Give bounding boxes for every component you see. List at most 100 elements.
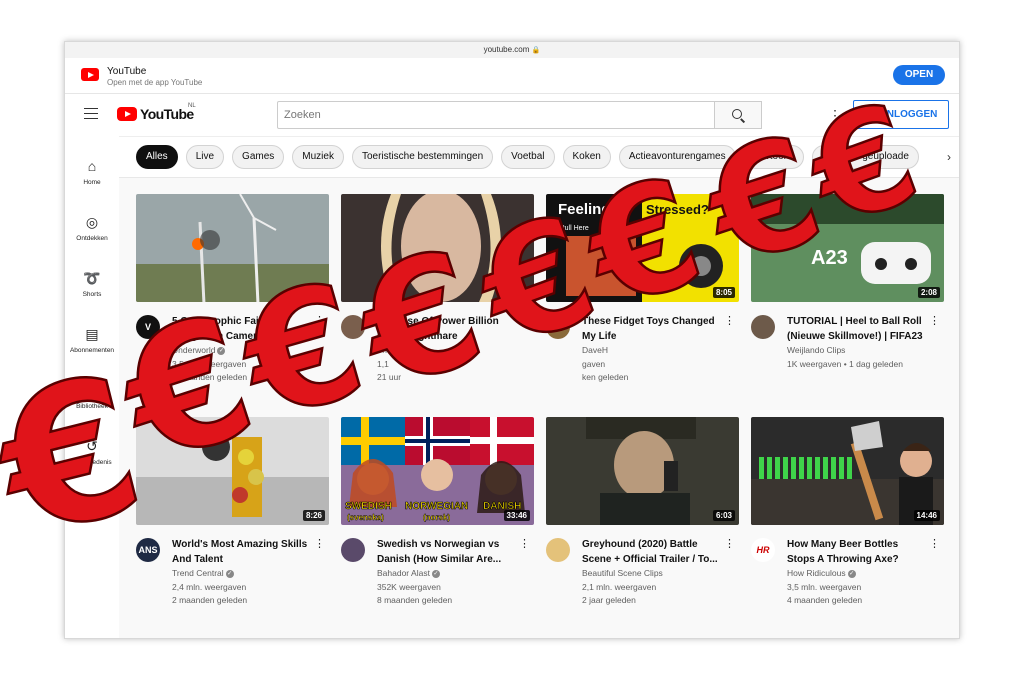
video-menu-icon[interactable]: ⋮	[929, 537, 940, 550]
chip-5[interactable]: Voetbal	[501, 145, 555, 169]
sidebar-item-home[interactable]: ⌂ Home	[65, 157, 119, 186]
app-banner-title: YouTube	[107, 66, 147, 77]
video-card[interactable]: 8:26 ANS World's Most Amazing Skills And T…	[136, 417, 329, 605]
sidebar-item-abonnementen[interactable]: ▤ Abonnementen	[65, 325, 119, 354]
sidebar: ⌂ Home ◎ Ontdekken ➰ Shorts ▤ Abonnementen ▶ Bibl…	[65, 136, 119, 638]
thumb-text-swedish: SWEDISH	[345, 501, 392, 512]
chip-8[interactable]: Cartoons	[743, 145, 805, 169]
view-count: 2,4 mln. weergaven	[172, 582, 247, 592]
channel-name[interactable]: Weijlando Clips	[787, 345, 845, 355]
chip-0[interactable]: Alles	[136, 145, 178, 169]
view-count: 2,1 mln. weergaven	[582, 582, 657, 592]
video-meta: The Rise Of Power Billion Dollar Nightma…	[341, 302, 534, 382]
channel-avatar[interactable]	[546, 538, 570, 562]
sidebar-item-geschiedenis[interactable]: ↺ Geschiedenis	[65, 437, 119, 466]
chip-1[interactable]: Live	[185, 145, 225, 169]
video-duration: 14:46	[913, 510, 940, 521]
sidebar-item-label: Shorts	[82, 291, 102, 298]
video-menu-icon[interactable]: ⋮	[519, 314, 530, 327]
sidebar-item-ontdekken[interactable]: ◎ Ontdekken	[65, 213, 119, 242]
video-title[interactable]: TUTORIAL | Heel to Ball Roll (Nieuwe Ski…	[787, 314, 927, 344]
filter-chip-bar: Alles Live Games Muziek Toeristische bestemm…	[119, 136, 959, 178]
video-menu-icon[interactable]: ⋮	[724, 314, 735, 327]
channel-name[interactable]: Trend Central ✓	[172, 568, 234, 578]
video-title[interactable]: The Rise Of Power Billion Dollar Nightma…	[377, 314, 517, 344]
video-card[interactable]: A23 2:08 TUTORIAL | Heel to Ball Roll (Nie…	[751, 194, 944, 382]
chip-7[interactable]: Actieavonturengames	[618, 145, 736, 169]
channel-name[interactable]: How Ridiculous ✓	[787, 568, 856, 578]
library-icon: ▶	[86, 382, 98, 398]
video-card[interactable]: SWEDISH (svenska) NORWEGIAN (norsk) DANISH 33…	[341, 417, 534, 605]
channel-avatar[interactable]	[341, 315, 365, 339]
video-thumbnail[interactable]: 6:03	[546, 417, 739, 525]
video-card[interactable]: 13:39 V 5 Catastrophic Failures Caught On …	[136, 194, 329, 382]
video-title[interactable]: These Fidget Toys Changed My Life	[582, 314, 722, 344]
view-count: 352K weergaven	[377, 582, 441, 592]
sidebar-item-shorts[interactable]: ➰ Shorts	[65, 269, 119, 298]
search-input[interactable]: Zoeken	[277, 101, 715, 129]
compass-icon: ◎	[85, 214, 99, 230]
video-card[interactable]: 14:46 HR How Many Beer Bottles Stops A Thr…	[751, 417, 944, 605]
channel-avatar[interactable]	[751, 315, 775, 339]
video-card[interactable]: 19: The Rise Of Power Billion Dollar Nigh…	[341, 194, 534, 382]
thumb-text-pull-here: Pull Here	[560, 225, 589, 232]
chip-4[interactable]: Toeristische bestemmingen	[351, 145, 494, 169]
video-menu-icon[interactable]: ⋮	[314, 314, 325, 327]
video-menu-icon[interactable]: ⋮	[724, 537, 735, 550]
video-thumbnail[interactable]: 13:39	[136, 194, 329, 302]
video-meta: Swedish vs Norwegian vs Danish (How Simi…	[341, 525, 534, 605]
upload-age: 21 uur	[377, 372, 402, 382]
video-card[interactable]: 6:03 Greyhound (2020) Battle Scene + Offi…	[546, 417, 739, 605]
channel-name[interactable]: Bahador Alast ✓	[377, 568, 440, 578]
channel-name[interactable]: Beautiful Scene Clips	[582, 568, 663, 578]
youtube-logo-text[interactable]: YouTube	[140, 106, 194, 122]
sidebar-item-label: Geschiedenis	[72, 459, 112, 466]
video-title[interactable]: How Many Beer Bottles Stops A Throwing A…	[787, 537, 927, 567]
video-menu-icon[interactable]: ⋮	[929, 314, 940, 327]
video-thumbnail[interactable]: 19:	[341, 194, 534, 302]
video-duration: 13:39	[298, 287, 325, 298]
chevron-right-icon[interactable]: ›	[947, 150, 951, 164]
chip-9[interactable]: Recente geüploade	[812, 145, 919, 169]
channel-name[interactable]: DaveH	[582, 345, 608, 355]
channel-avatar[interactable]: ANS	[136, 538, 160, 562]
verified-icon: ✓	[847, 570, 856, 578]
chip-3[interactable]: Muziek	[292, 145, 344, 169]
open-app-button[interactable]: OPEN	[893, 65, 945, 85]
video-card[interactable]: Feeling Stressed? Pull Here 8:05 These Fidge…	[546, 194, 739, 382]
channel-avatar[interactable]: HR	[751, 538, 775, 562]
video-thumbnail[interactable]: 14:46	[751, 417, 944, 525]
video-menu-icon[interactable]: ⋮	[519, 537, 530, 550]
channel-avatar[interactable]	[546, 315, 570, 339]
region-code: NL	[188, 103, 196, 109]
view-count: 1K weergaven • 1 dag geleden	[787, 359, 903, 369]
upload-age: 4 maanden geleden	[787, 595, 863, 605]
youtube-logo-icon[interactable]	[117, 107, 137, 121]
channel-avatar[interactable]	[341, 538, 365, 562]
chip-6[interactable]: Koken	[562, 145, 611, 169]
video-menu-icon[interactable]: ⋮	[314, 537, 325, 550]
sidebar-item-label: Bibliotheek	[76, 403, 108, 410]
chip-2[interactable]: Games	[232, 145, 285, 169]
sign-in-button[interactable]: INLOGGEN	[853, 100, 949, 129]
menu-icon[interactable]	[84, 108, 98, 119]
video-thumbnail[interactable]: 8:26	[136, 417, 329, 525]
thumb-text-swedish-sub: (svenska)	[347, 513, 384, 522]
video-title[interactable]: World's Most Amazing Skills And Talent	[172, 537, 312, 567]
video-title[interactable]: 5 Catastrophic Failures Caught On Camera	[172, 314, 312, 344]
channel-avatar[interactable]: V	[136, 315, 160, 339]
video-meta: Greyhound (2020) Battle Scene + Official…	[546, 525, 739, 605]
sidebar-item-bibliotheek[interactable]: ▶ Bibliotheek	[65, 381, 119, 410]
video-duration: 6:03	[712, 510, 735, 521]
video-title[interactable]: Swedish vs Norwegian vs Danish (How Simi…	[377, 537, 517, 567]
video-title[interactable]: Greyhound (2020) Battle Scene + Official…	[582, 537, 722, 567]
video-thumbnail[interactable]: A23 2:08	[751, 194, 944, 302]
search-button[interactable]	[714, 101, 762, 129]
more-options-icon[interactable]: ⋮	[828, 106, 842, 124]
thumb-text-stressed: Stressed?	[646, 202, 709, 217]
channel-name[interactable]: The C ✓	[377, 345, 411, 355]
url-bar[interactable]: youtube.com 🔒	[65, 42, 959, 58]
channel-name[interactable]: Underworld ✓	[172, 345, 226, 355]
video-thumbnail[interactable]: SWEDISH (svenska) NORWEGIAN (norsk) DANISH 33…	[341, 417, 534, 525]
video-thumbnail[interactable]: Feeling Stressed? Pull Here 8:05	[546, 194, 739, 302]
